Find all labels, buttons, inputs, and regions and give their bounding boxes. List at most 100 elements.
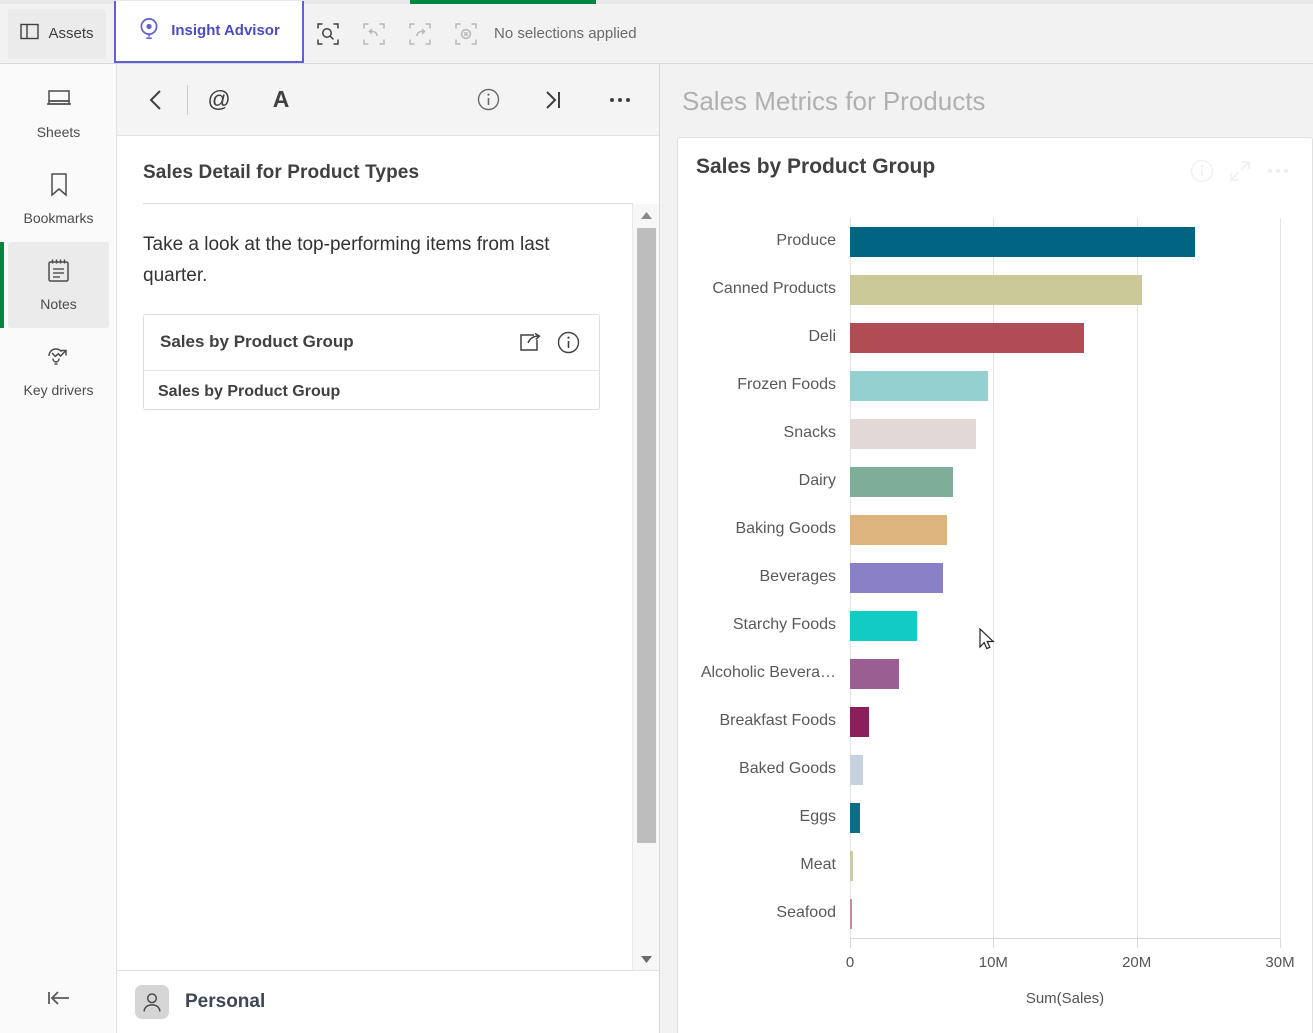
sidebar-item-label: Bookmarks [23,210,94,226]
chart-category-label[interactable]: Produce [678,229,844,254]
note-header: Sales Detail for Product Types [117,136,659,204]
embedded-chart-card[interactable]: Sales by Product Group Sales by Product … [143,313,600,410]
chart-bar[interactable] [850,275,1143,305]
share-icon[interactable] [515,327,545,357]
chart-category-label[interactable]: Baked Goods [678,757,844,782]
notes-footer: Personal [117,970,659,1033]
sheets-icon [46,87,72,116]
step-back-icon[interactable] [362,22,386,46]
chart-category-label[interactable]: Frozen Foods [678,373,844,398]
chart-category-label[interactable]: Seafood [678,901,844,926]
chart-bar[interactable] [850,563,944,593]
visualization-header: Sales by Product Group [678,138,1312,187]
info-icon[interactable] [1186,155,1218,187]
chart-bar[interactable] [850,515,948,545]
chart-gridline [1280,218,1281,938]
chart-x-tick [993,938,995,948]
chart-category-label[interactable]: Breakfast Foods [678,709,844,734]
scroll-down-arrow-icon[interactable] [633,948,659,970]
smart-search-icon[interactable] [316,22,340,46]
lightbulb-icon [138,17,160,45]
chart-category-label[interactable]: Dairy [678,469,844,494]
chart-x-tick-label: 10M [978,954,1008,971]
key-drivers-icon [45,344,72,374]
visualization-card[interactable]: Sales by Product Group Produce Canned Pr… [677,137,1313,1033]
embedded-chart-card-header: Sales by Product Group [144,315,599,371]
chart-bar[interactable] [850,659,899,689]
notes-panel: @ A Sales Detail for Product Types Take … [117,64,660,1033]
chart-category-label[interactable]: Canned Products [678,277,844,302]
note-text: Take a look at the top-performing items … [143,234,550,286]
chart-x-tick-label: 30M [1265,954,1295,971]
chart-category-label[interactable]: Deli [678,325,844,350]
sidebar-item-sheets[interactable]: Sheets [8,70,109,156]
notes-icon [47,258,70,288]
selection-toolbar [316,22,478,46]
chart-category-label[interactable]: Meat [678,853,844,878]
chart-bar[interactable] [850,707,870,737]
right-content-area: Sales Metrics for Products Sales by Prod… [660,64,1313,1033]
chart-bar[interactable] [850,227,1196,257]
chart-bar[interactable] [850,371,988,401]
note-vertical-scrollbar[interactable] [632,204,659,970]
fullscreen-icon[interactable] [1224,155,1256,187]
left-navigation-rail: Sheets Bookmarks Notes Key drivers [0,64,117,1033]
collapse-right-icon[interactable] [537,83,571,117]
page-title: Sales Metrics for Products [682,86,986,116]
selection-status-text: No selections applied [494,25,637,42]
chart-x-tick-label: 0 [845,954,855,971]
visualization-title: Sales by Product Group [696,155,936,178]
chart-category-label[interactable]: Snacks [678,421,844,446]
chart-x-axis-line [850,938,1280,939]
user-avatar-icon[interactable] [135,985,169,1019]
assets-button[interactable]: Assets [8,8,106,59]
clear-selections-icon[interactable] [454,22,478,46]
more-icon[interactable] [1262,155,1294,187]
info-icon[interactable] [553,327,583,357]
info-icon[interactable] [471,83,505,117]
chart-category-label[interactable]: Starchy Foods [678,613,844,638]
chart-bar[interactable] [850,323,1084,353]
note-title: Sales Detail for Product Types [143,162,420,183]
chart-gridline [1136,218,1138,938]
chart-category-label[interactable]: Beverages [678,565,844,590]
bookmark-icon [49,172,69,202]
qlik-insight-advisor-window: Assets Insight Advisor No selections app… [0,0,1313,1033]
sidebar-item-notes[interactable]: Notes [0,242,109,328]
chart-bar[interactable] [850,803,861,833]
notes-toolbar: @ A [117,64,659,136]
back-chevron-icon[interactable] [139,83,173,117]
more-icon[interactable] [603,83,637,117]
note-body[interactable]: Take a look at the top-performing items … [117,204,631,970]
collapse-left-icon[interactable] [0,963,117,1033]
chart-x-tick-label: 20M [1122,954,1152,971]
tab-insight-advisor[interactable]: Insight Advisor [114,0,304,63]
tab-insight-advisor-label: Insight Advisor [171,22,280,39]
chart-bar[interactable] [850,467,954,497]
mention-icon[interactable]: @ [202,83,236,117]
chart-category-label[interactable]: Eggs [678,805,844,830]
scrollbar-thumb[interactable] [637,228,656,843]
embedded-chart-card-title: Sales by Product Group [160,332,354,352]
sidebar-item-label: Notes [40,296,77,312]
chart-bar[interactable] [850,419,977,449]
chart-category-label[interactable]: Alcoholic Bevera… [678,661,844,686]
embedded-chart-title: Sales by Product Group [158,382,341,400]
sidebar-item-key-drivers[interactable]: Key drivers [8,328,109,414]
chart-x-tick [850,938,851,948]
scroll-up-arrow-icon[interactable] [633,204,659,226]
chart-x-tick [1136,938,1138,948]
main-bar-chart[interactable]: Produce Canned Products Deli Frozen Foods Sn… [678,200,1312,1033]
chart-bar[interactable] [850,851,853,881]
sidebar-item-bookmarks[interactable]: Bookmarks [8,156,109,242]
chart-bar[interactable] [850,611,918,641]
panel-icon [20,23,40,45]
chart-bar[interactable] [850,899,853,929]
chart-category-label[interactable]: Baking Goods [678,517,844,542]
text-format-icon[interactable]: A [264,83,298,117]
chart-x-tick [1280,938,1281,948]
chart-bar[interactable] [850,755,864,785]
step-forward-icon[interactable] [408,22,432,46]
sidebar-item-label: Key drivers [23,382,94,398]
top-toolbar: Assets Insight Advisor No selections app… [0,0,1313,64]
